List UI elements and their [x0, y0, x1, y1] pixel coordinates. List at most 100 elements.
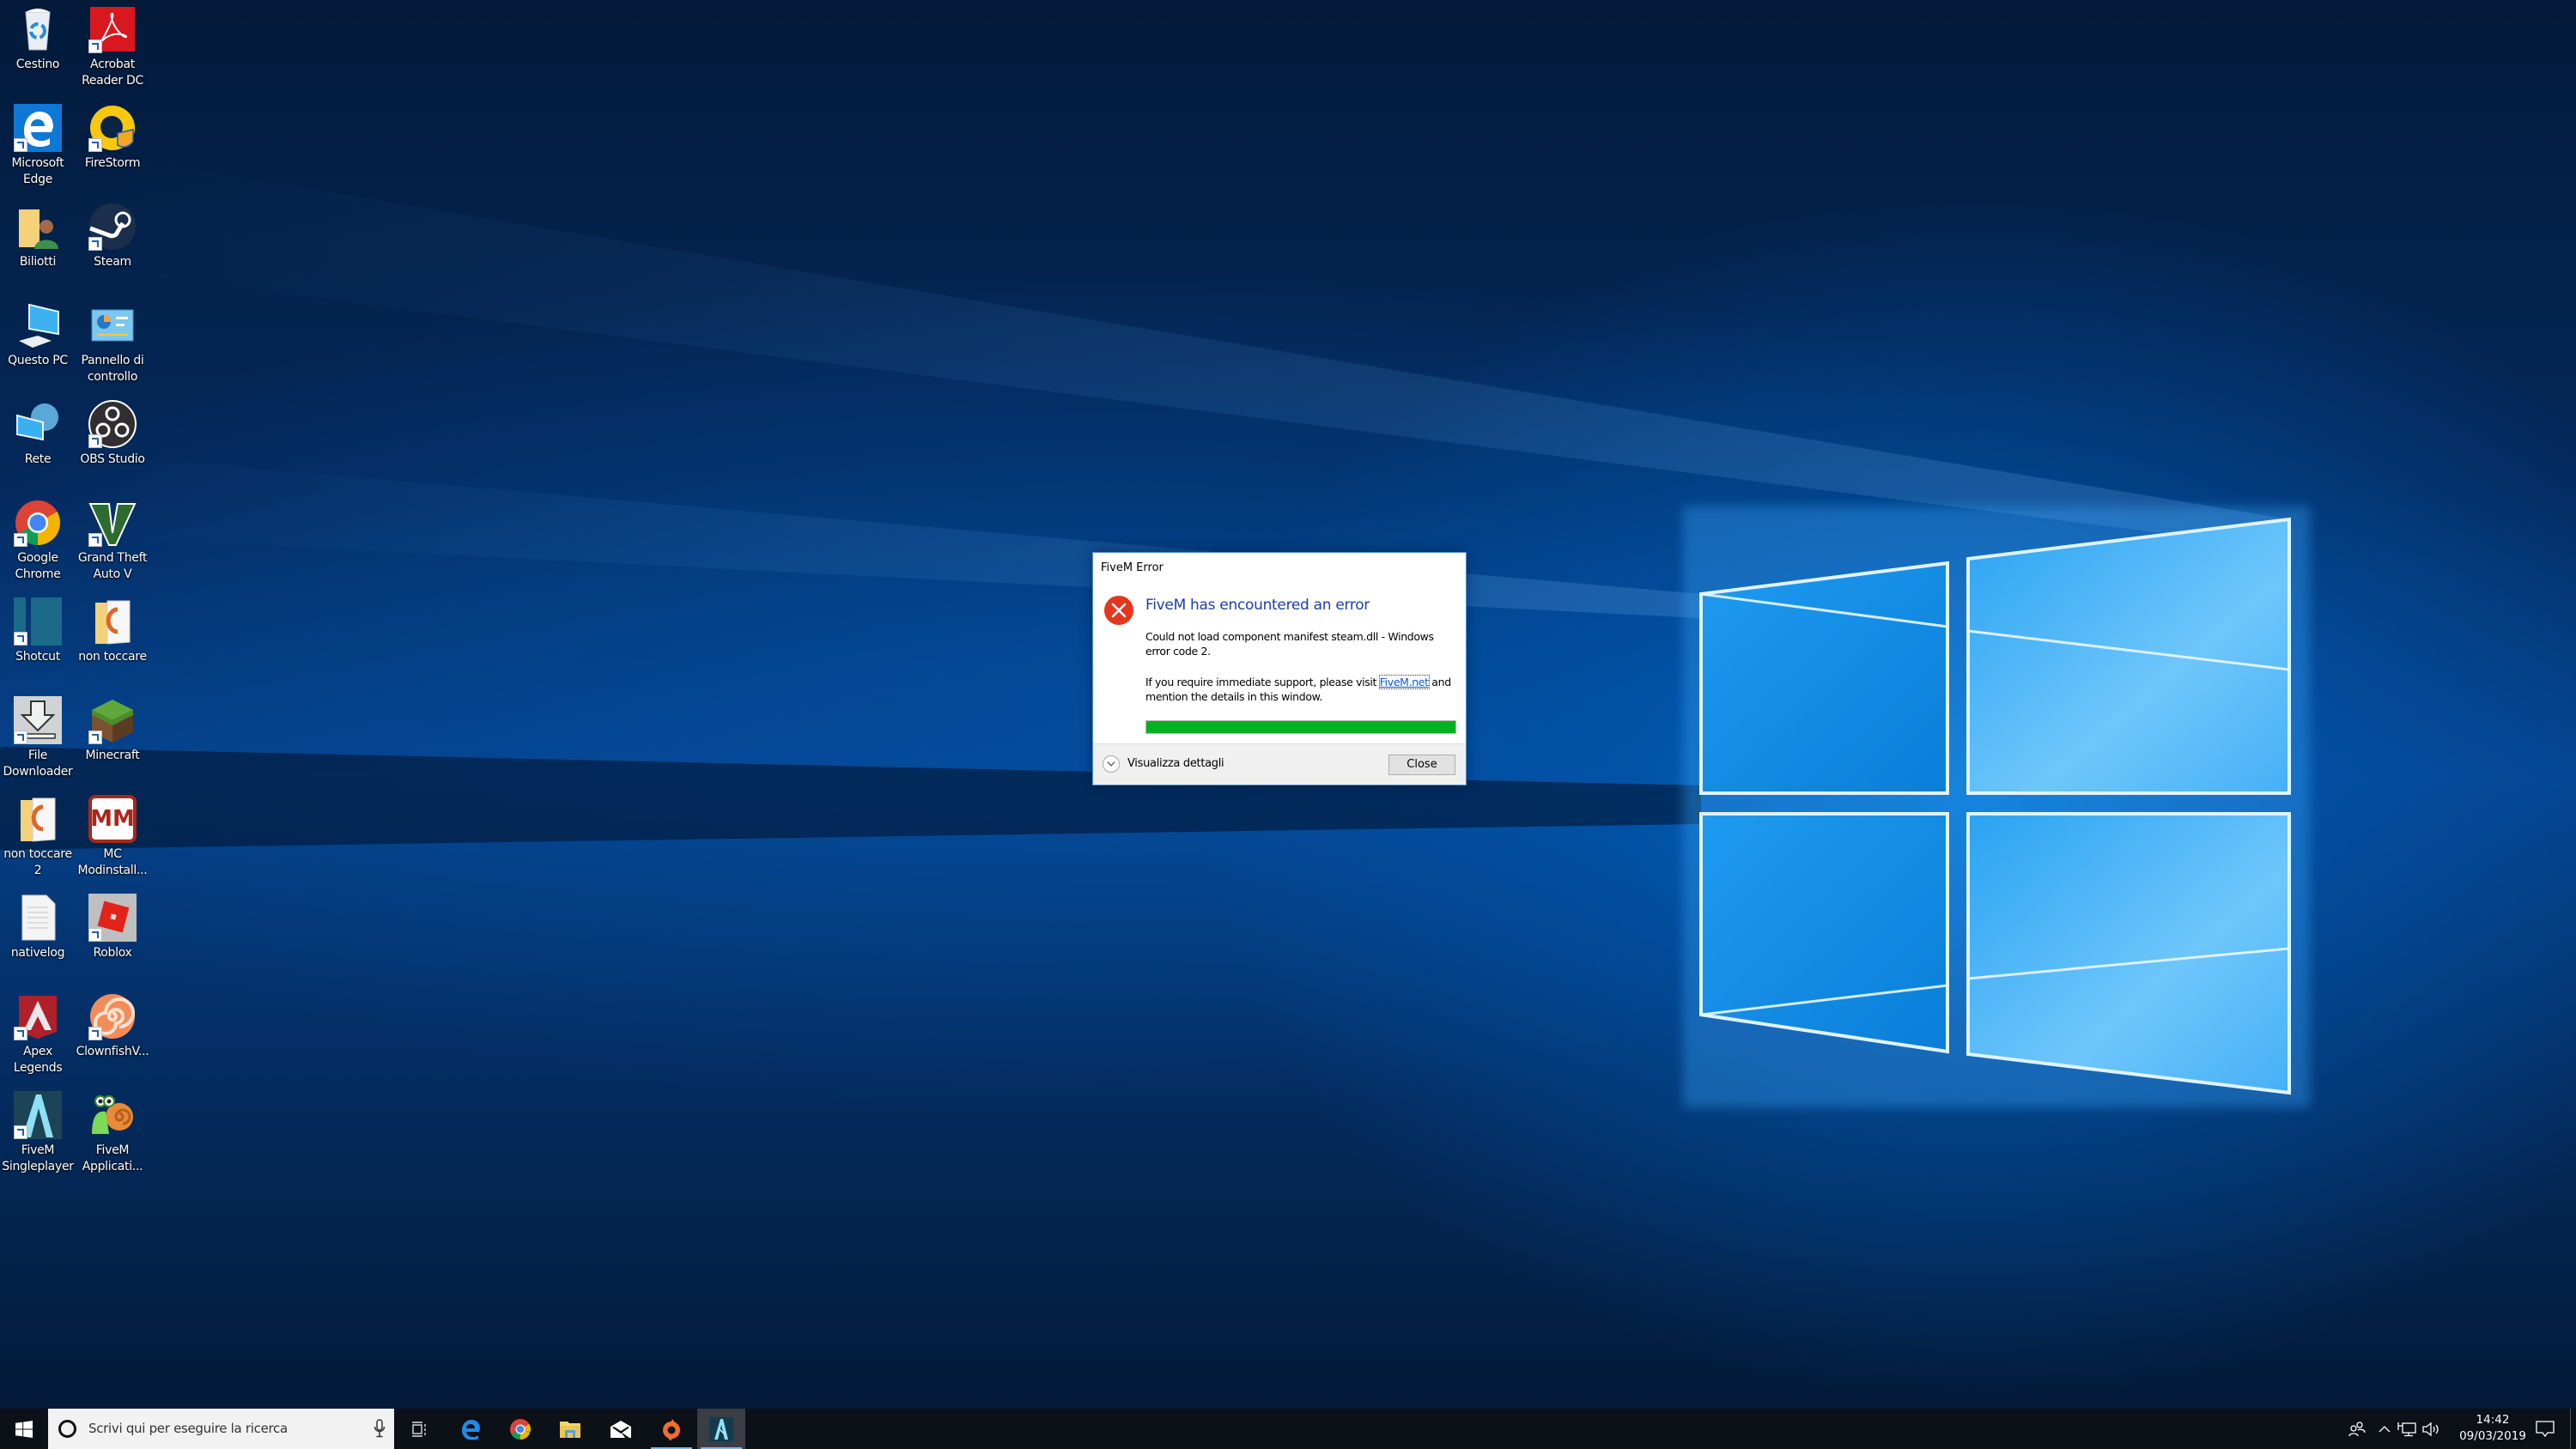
mc-modinstaller-icon: MM [88, 795, 137, 843]
desktop-icon-label: MC Modinstall... [77, 847, 148, 877]
search-placeholder: Scrivi qui per eseguire la ricerca [88, 1421, 288, 1436]
desktop-icon[interactable]: Minecraft [75, 696, 150, 764]
desktop-icon[interactable]: non toccare 2 [0, 795, 76, 879]
shortcut-arrow-icon [88, 928, 102, 942]
svg-text:MM: MM [90, 806, 135, 832]
desktop-icon[interactable]: MM MC Modinstall... [75, 795, 150, 879]
fivem-net-link[interactable]: FiveM.net [1378, 675, 1430, 689]
acrobat-reader-icon [88, 5, 137, 53]
desktop-icon-label: non toccare 2 [3, 847, 72, 877]
task-view-button[interactable] [395, 1409, 443, 1449]
desktop-icon-label: Grand Theft Auto V [77, 551, 148, 581]
cortana-icon [58, 1420, 76, 1438]
desktop-icon[interactable]: File Downloader [0, 696, 76, 780]
desktop-icon-label: File Downloader [3, 749, 73, 779]
volume-button[interactable] [2420, 1409, 2442, 1449]
firestorm-icon [88, 104, 137, 152]
shortcut-arrow-icon [88, 39, 102, 53]
desktop-icon-label: Apex Legends [13, 1045, 63, 1075]
logo-pane-bottom-left [1699, 812, 1949, 1054]
taskbar-chrome[interactable] [496, 1409, 544, 1449]
close-button[interactable]: Close [1388, 755, 1455, 775]
progress-fill [1146, 721, 1455, 733]
show-desktop-button[interactable] [2570, 1409, 2576, 1449]
desktop-icon-label: non toccare [78, 650, 147, 664]
dialog-footer: Visualizza dettagli Close [1093, 743, 1466, 785]
microphone-icon[interactable] [374, 1419, 386, 1438]
desktop-icon[interactable]: FiveM Applicati... [75, 1091, 150, 1175]
search-box[interactable]: Scrivi qui per eseguire la ricerca [48, 1409, 394, 1449]
desktop-icon[interactable]: Roblox [75, 894, 150, 961]
desktop-icon-label: Steam [94, 255, 131, 269]
taskbar-file-explorer[interactable] [546, 1409, 594, 1449]
taskbar-mail[interactable] [597, 1409, 645, 1449]
desktop-icon[interactable]: Rete [0, 400, 76, 468]
desktop-icon[interactable]: OBS Studio [75, 400, 150, 468]
desktop-icon[interactable]: ClownfishV... [75, 992, 150, 1060]
error-icon [1104, 596, 1133, 625]
origin-icon [663, 1418, 680, 1440]
desktop-icon[interactable]: Pannello di controllo [75, 301, 150, 385]
shotcut-icon [14, 597, 62, 646]
desktop-icon[interactable]: Google Chrome [0, 499, 76, 583]
clownfish-icon [88, 992, 137, 1040]
desktop-icon-label: OBS Studio [80, 452, 145, 466]
folder-icon [14, 795, 62, 843]
desktop-icon-label: Acrobat Reader DC [82, 58, 143, 88]
fivem-error-dialog: FiveM Error FiveM has encountered an err… [1092, 552, 1467, 785]
support-prefix: If you require immediate support, please… [1145, 676, 1380, 688]
desktop-icon[interactable]: Questo PC [0, 301, 76, 369]
desktop-icon[interactable]: Microsoft Edge [0, 104, 76, 188]
gta-v-icon [88, 499, 137, 547]
chevron-down-icon [1107, 761, 1115, 767]
file-explorer-icon [560, 1421, 580, 1438]
desktop-icon-label: Rete [24, 452, 52, 466]
desktop-icon[interactable]: nativelog [0, 894, 76, 961]
dialog-heading: FiveM has encountered an error [1145, 597, 1370, 614]
show-details-label[interactable]: Visualizza dettagli [1127, 757, 1224, 770]
shortcut-arrow-icon [14, 138, 27, 152]
support-message: If you require immediate support, please… [1145, 675, 1459, 704]
expand-details-button[interactable] [1103, 755, 1120, 773]
desktop-icon[interactable]: FiveM Singleplayer [0, 1091, 76, 1175]
computer-icon [14, 301, 62, 349]
desktop-icon[interactable]: non toccare [75, 597, 150, 665]
edge-icon [14, 104, 62, 152]
volume-icon [2422, 1422, 2439, 1436]
fivem-application-icon [88, 1091, 137, 1139]
desktop-icon[interactable]: Steam [75, 203, 150, 270]
shortcut-arrow-icon [88, 731, 102, 744]
taskbar-fivem[interactable] [697, 1409, 745, 1449]
desktop-icon[interactable]: Apex Legends [0, 992, 76, 1076]
desktop-icon-label: Minecraft [85, 749, 140, 762]
desktop-icon[interactable]: Grand Theft Auto V [75, 499, 150, 583]
desktop-icon[interactable]: Acrobat Reader DC [75, 5, 150, 89]
desktop-icon-label: FireStorm [84, 156, 141, 170]
action-center-button[interactable] [2530, 1409, 2561, 1449]
shortcut-arrow-icon [14, 533, 27, 547]
fivem-icon [709, 1416, 733, 1441]
desktop-icon[interactable]: Biliotti [0, 203, 76, 270]
shortcut-arrow-icon [88, 1027, 102, 1040]
desktop-icon-label: Questo PC [8, 354, 68, 367]
clock[interactable]: 14:42 09/03/2019 [2445, 1412, 2540, 1445]
shortcut-arrow-icon [88, 138, 102, 152]
clock-time: 14:42 [2476, 1413, 2510, 1427]
taskbar-edge[interactable] [447, 1409, 495, 1449]
show-hidden-icons-button[interactable] [2375, 1409, 2394, 1449]
desktop-icon[interactable]: Shotcut [0, 597, 76, 665]
desktop-icon-label: FiveM Applicati... [82, 1143, 143, 1173]
desktop-icon-label: Cestino [15, 58, 60, 71]
start-button[interactable] [0, 1409, 48, 1449]
taskbar-origin[interactable] [647, 1409, 696, 1449]
desktop-icon[interactable]: FireStorm [75, 104, 150, 172]
desktop-icon[interactable]: Cestino [0, 5, 76, 73]
user-folder-icon [14, 203, 62, 251]
task-view-icon [412, 1421, 426, 1437]
people-button[interactable] [2342, 1409, 2372, 1449]
shortcut-arrow-icon [14, 632, 27, 646]
desktop-icon-label: nativelog [10, 946, 65, 960]
network-tray-button[interactable] [2396, 1409, 2418, 1449]
file-downloader-icon [14, 696, 62, 744]
desktop-icon-label: Pannello di controllo [81, 354, 144, 384]
